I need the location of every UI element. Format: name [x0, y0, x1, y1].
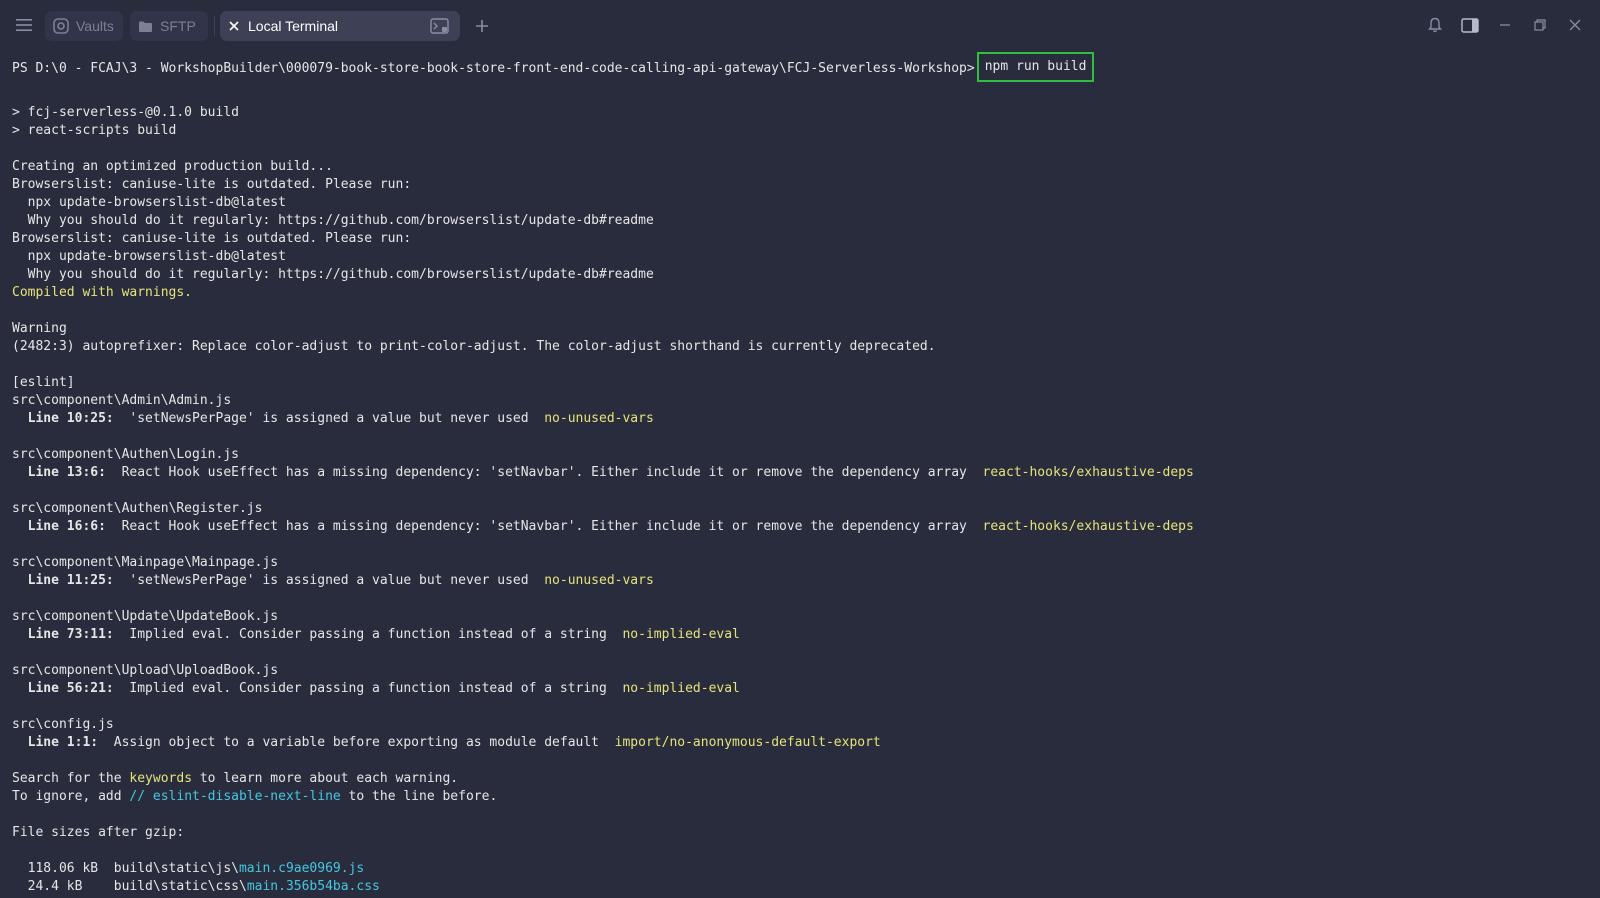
file-dir: build\static\js\ [113, 861, 239, 876]
warning-line: Line 16:6: React Hook useEffect has a mi… [12, 518, 1592, 536]
warning-rule: react-hooks/exhaustive-deps [982, 465, 1194, 480]
warning-line: Line 11:25: 'setNewsPerPage' is assigned… [12, 572, 1592, 590]
file-size: 24.4 kB [12, 879, 114, 894]
search-hint: Search for the keywords to learn more ab… [12, 771, 459, 786]
prompt-line: PS D:\0 - FCAJ\3 - WorkshopBuilder\00007… [12, 50, 1592, 86]
output-line: Creating an optimized production build..… [12, 159, 333, 174]
output-line: File sizes after gzip: [12, 825, 185, 840]
file-name: main.c9ae0969.js [238, 861, 365, 876]
vault-icon [53, 18, 69, 34]
output-line: npx update-browserslist-db@latest [12, 195, 286, 210]
tab-local-terminal[interactable]: Local Terminal [220, 11, 460, 41]
warning-file: src\component\Admin\Admin.js [12, 393, 232, 408]
add-tab-button[interactable] [470, 14, 494, 38]
file-size: 118.06 kB [12, 861, 114, 876]
warning-file: src\component\Mainpage\Mainpage.js [12, 555, 279, 570]
file-size-row: 118.06 kB build\static\js\main.c9ae0969.… [12, 860, 1592, 878]
tab-vaults[interactable]: Vaults [45, 11, 123, 41]
warning-file: src\config.js [12, 717, 114, 732]
warning-line: Line 10:25: 'setNewsPerPage' is assigned… [12, 410, 1592, 428]
warning-line: Line 56:21: Implied eval. Consider passi… [12, 680, 1592, 698]
warning-location: Line 73:11: [12, 627, 114, 642]
keywords-highlight: keywords [129, 771, 193, 786]
tab-separator [214, 16, 215, 36]
folder-icon [138, 20, 153, 33]
tab-label: Vaults [76, 18, 114, 34]
title-bar: Vaults SFTP Local Terminal [0, 0, 1600, 50]
file-name: main.356b54ba.css [246, 879, 380, 894]
eslint-disable-highlight: // eslint-disable-next-line [129, 789, 341, 804]
warning-message: Implied eval. Consider passing a functio… [113, 681, 623, 696]
warning-location: Line 13:6: [12, 465, 106, 480]
compiled-status: Compiled with warnings. [12, 285, 193, 300]
minimize-icon [1500, 24, 1510, 26]
file-dir: build\static\css\ [113, 879, 247, 894]
output-line: (2482:3) autoprefixer: Replace color-adj… [12, 339, 936, 354]
warning-rule: no-implied-eval [622, 627, 740, 642]
toggle-sidebar-button[interactable] [1459, 14, 1481, 36]
restore-icon [1534, 19, 1546, 31]
output-line: > react-scripts build [12, 123, 177, 138]
tab-sftp[interactable]: SFTP [130, 11, 208, 41]
warning-rule: no-implied-eval [622, 681, 740, 696]
warning-line: Line 1:1: Assign object to a variable be… [12, 734, 1592, 752]
output-line: Warning [12, 321, 67, 336]
output-line: Why you should do it regularly: https://… [12, 213, 654, 228]
warning-message: React Hook useEffect has a missing depen… [105, 465, 983, 480]
terminal-output[interactable]: PS D:\0 - FCAJ\3 - WorkshopBuilder\00007… [12, 50, 1592, 898]
warning-rule: no-unused-vars [544, 411, 654, 426]
warning-file: src\component\Authen\Login.js [12, 447, 239, 462]
prompt-path: PS D:\0 - FCAJ\3 - WorkshopBuilder\00007… [12, 60, 975, 76]
command-highlight: npm run build [976, 52, 1095, 82]
warning-message: Implied eval. Consider passing a functio… [113, 627, 623, 642]
file-size-row: 24.4 kB build\static\css\main.356b54ba.c… [12, 878, 1592, 896]
plus-icon [476, 20, 488, 32]
warning-message: 'setNewsPerPage' is assigned a value but… [113, 411, 545, 426]
warning-location: Line 56:21: [12, 681, 114, 696]
close-icon [1569, 19, 1581, 31]
tab-label: Local Terminal [248, 18, 339, 34]
output-line: npx update-browserslist-db@latest [12, 249, 286, 264]
ignore-hint: To ignore, add // eslint-disable-next-li… [12, 789, 498, 804]
warning-file: src\component\Upload\UploadBook.js [12, 663, 279, 678]
close-tab-icon[interactable] [228, 20, 240, 32]
warning-line: Line 13:6: React Hook useEffect has a mi… [12, 464, 1592, 482]
output-line: > fcj-serverless-@0.1.0 build [12, 105, 239, 120]
warning-line: Line 73:11: Implied eval. Consider passi… [12, 626, 1592, 644]
terminal-icon [430, 17, 450, 35]
warning-location: Line 1:1: [12, 735, 99, 750]
output-line: Browserslist: caniuse-lite is outdated. … [12, 231, 412, 246]
warning-message: React Hook useEffect has a missing depen… [105, 519, 983, 534]
warning-message: Assign object to a variable before expor… [98, 735, 615, 750]
warning-rule: import/no-anonymous-default-export [614, 735, 881, 750]
warning-message: 'setNewsPerPage' is assigned a value but… [113, 573, 545, 588]
warning-location: Line 11:25: [12, 573, 114, 588]
warning-rule: no-unused-vars [544, 573, 654, 588]
bell-icon [1428, 17, 1442, 33]
hamburger-icon [16, 19, 32, 31]
warning-file: src\component\Update\UpdateBook.js [12, 609, 279, 624]
warning-rule: react-hooks/exhaustive-deps [982, 519, 1194, 534]
warning-location: Line 10:25: [12, 411, 114, 426]
notifications-button[interactable] [1424, 14, 1446, 36]
tab-label: SFTP [160, 18, 196, 34]
output-line: Browserslist: caniuse-lite is outdated. … [12, 177, 412, 192]
warning-location: Line 16:6: [12, 519, 106, 534]
close-window-button[interactable] [1564, 14, 1586, 36]
output-line: [eslint] [12, 375, 75, 390]
warning-file: src\component\Authen\Register.js [12, 501, 263, 516]
output-line: Why you should do it regularly: https://… [12, 267, 654, 282]
restore-button[interactable] [1529, 14, 1551, 36]
hamburger-menu-button[interactable] [10, 12, 38, 38]
minimize-button[interactable] [1494, 14, 1516, 36]
sidebar-icon [1461, 17, 1479, 33]
